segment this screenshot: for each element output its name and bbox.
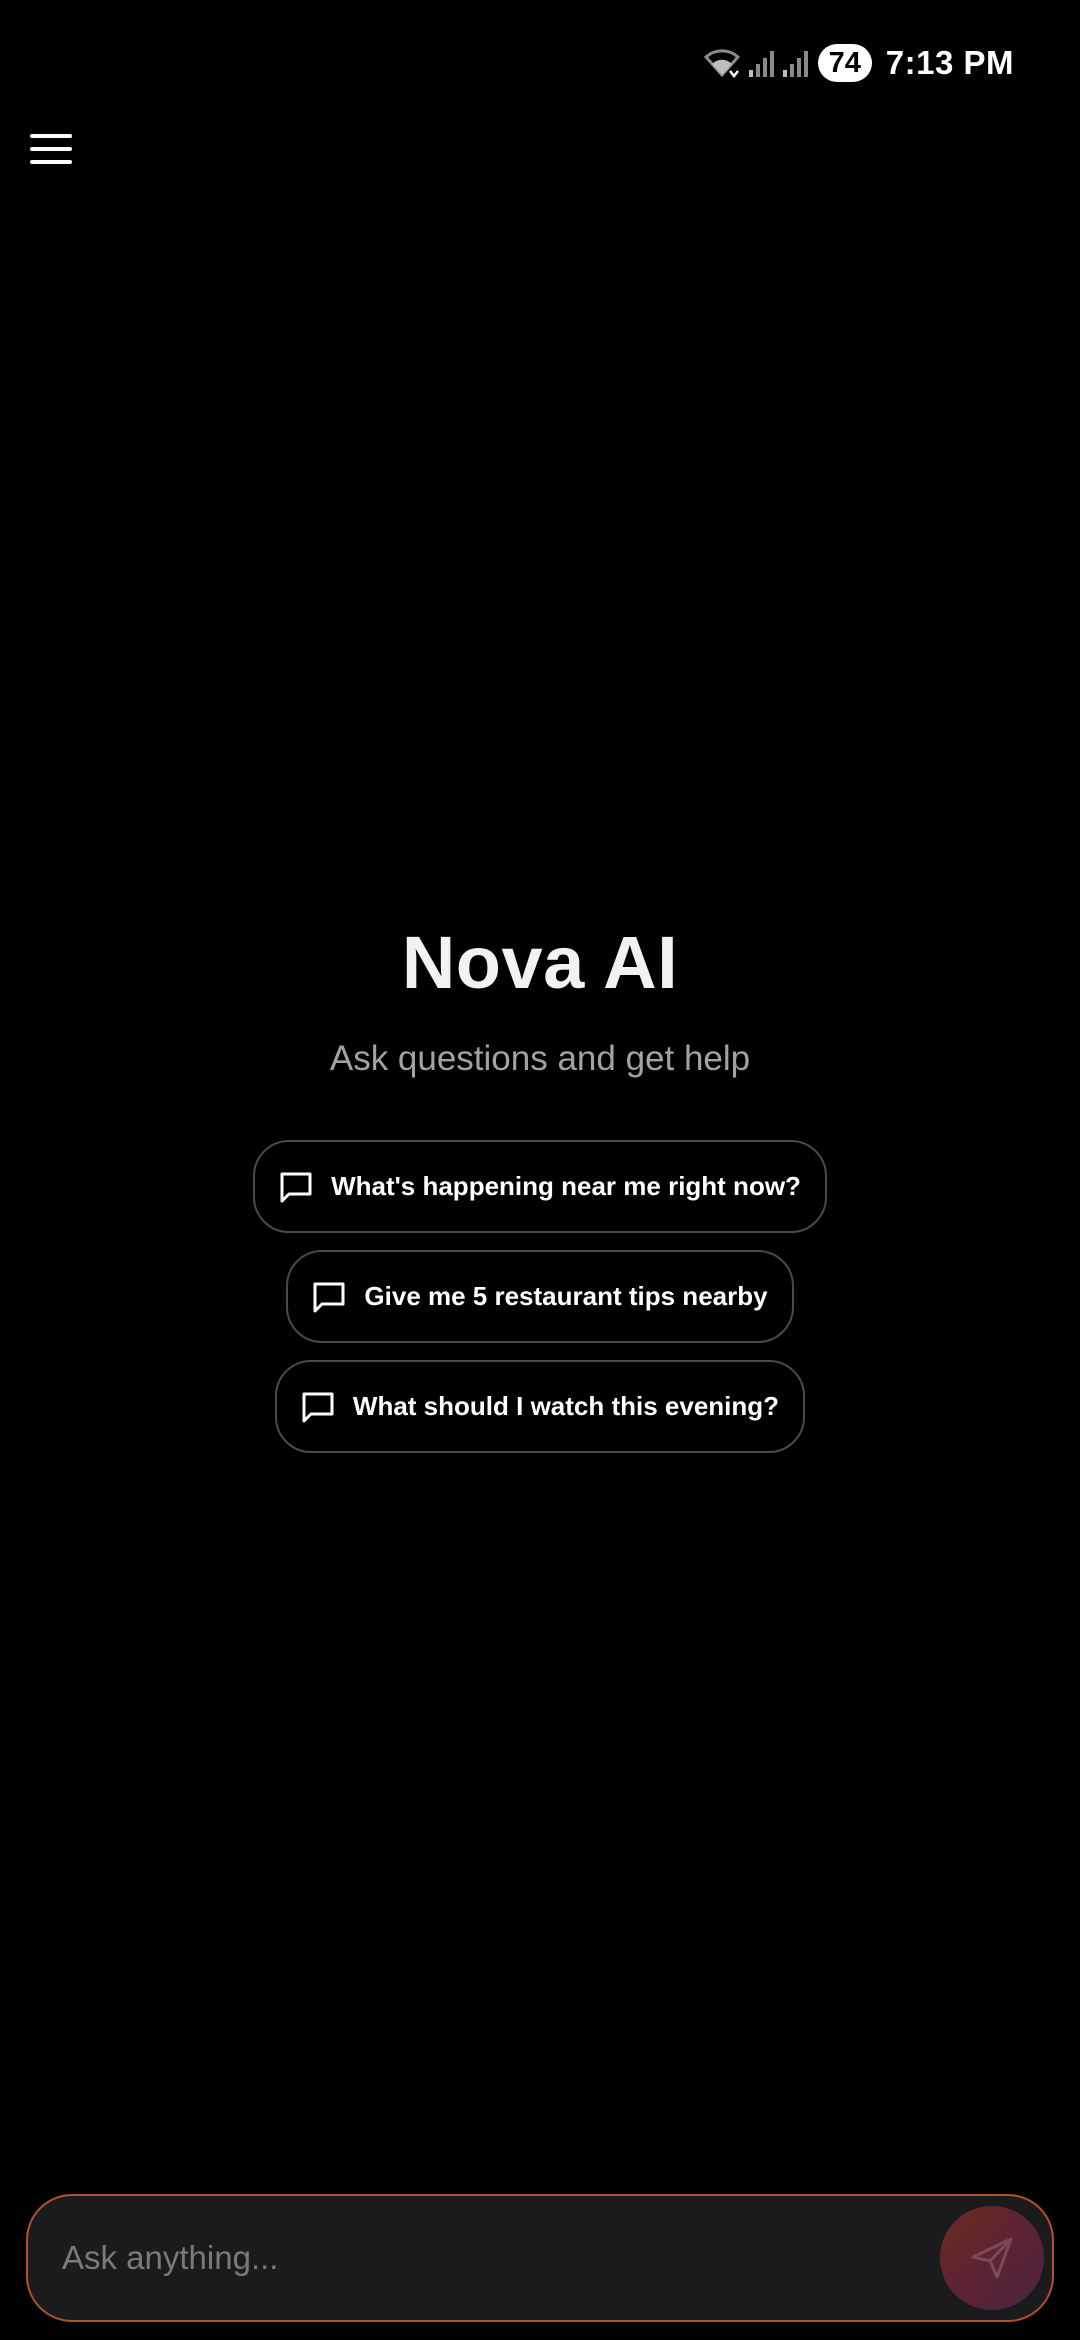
- status-icons: [702, 47, 810, 79]
- message-input[interactable]: [62, 2239, 940, 2277]
- send-button[interactable]: [940, 2206, 1044, 2310]
- menu-line: [30, 160, 72, 164]
- status-bar: 74 7:13 PM: [702, 38, 1014, 88]
- suggestion-chip[interactable]: What's happening near me right now?: [253, 1140, 827, 1233]
- battery-level: 74: [817, 44, 872, 82]
- suggestion-list: What's happening near me right now? Give…: [0, 1140, 1080, 1453]
- hamburger-menu-icon[interactable]: [26, 126, 76, 172]
- signal-icon: [748, 51, 774, 77]
- app-title: Nova AI: [401, 921, 679, 1004]
- message-composer: [26, 2194, 1054, 2322]
- chat-bubble-icon: [302, 1392, 334, 1422]
- chat-bubble-icon: [313, 1282, 345, 1312]
- suggestion-label: What's happening near me right now?: [331, 1171, 801, 1201]
- signal-icon: [782, 51, 808, 77]
- suggestion-chip[interactable]: What should I watch this evening?: [274, 1360, 806, 1453]
- menu-line: [30, 134, 72, 138]
- suggestion-label: Give me 5 restaurant tips nearby: [364, 1281, 768, 1311]
- menu-line: [30, 147, 72, 151]
- chat-bubble-icon: [280, 1172, 312, 1202]
- send-icon: [971, 2237, 1013, 2279]
- hero: Nova AI Ask questions and get help: [0, 920, 1080, 1079]
- suggestion-label: What should I watch this evening?: [352, 1391, 780, 1421]
- app-screen: 74 7:13 PM Nova AI Ask questions and get…: [0, 0, 1080, 2340]
- status-time: 7:13 PM: [885, 44, 1014, 81]
- suggestion-chip[interactable]: Give me 5 restaurant tips nearby: [286, 1250, 794, 1343]
- app-subtitle: Ask questions and get help: [329, 1039, 751, 1078]
- wifi-icon: [703, 49, 740, 79]
